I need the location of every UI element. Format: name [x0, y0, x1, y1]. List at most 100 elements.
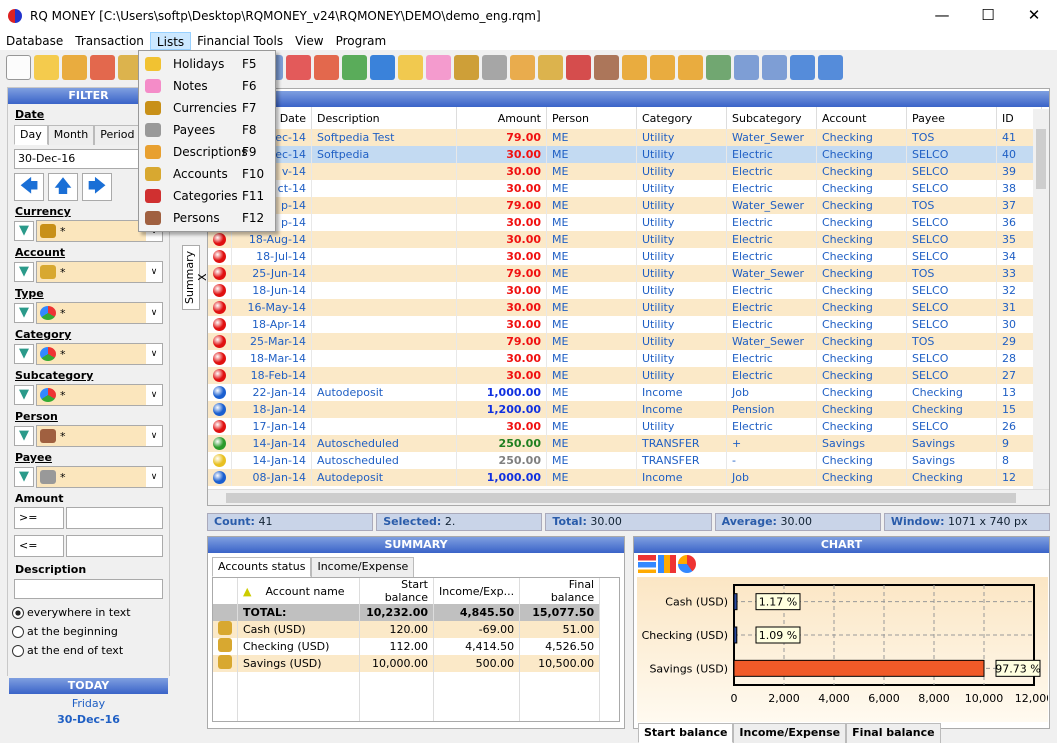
toolbar-button-icon[interactable] [594, 54, 619, 80]
table-row[interactable]: 18-Jun-14 30.00 ME Utility Electric Checking S… [208, 282, 1042, 299]
menu-item-persons[interactable]: Persons F12 [139, 207, 275, 229]
toolbar-button-icon[interactable] [622, 54, 647, 80]
toolbar-button-icon[interactable] [566, 54, 591, 80]
close-button[interactable]: ✕ [1011, 0, 1057, 32]
table-row[interactable]: 14-Jan-14 Autoscheduled 250.00 ME TRANSFER + S… [208, 435, 1042, 452]
summary-row[interactable]: Savings (USD) 10,000.00 500.00 10,500.00 [213, 655, 601, 672]
amount-op-2[interactable]: <= [14, 535, 64, 557]
table-row[interactable]: 08-Jan-14 Autodeposit 1,000.00 ME Income Job C… [208, 469, 1042, 486]
vertical-bar-chart-icon[interactable] [658, 555, 676, 573]
table-row[interactable]: 18-Jul-14 30.00 ME Utility Electric Checking S… [208, 248, 1042, 265]
menu-item-accounts[interactable]: Accounts F10 [139, 163, 275, 185]
toolbar-button-icon[interactable] [650, 54, 675, 80]
toolbar-button-icon[interactable] [286, 54, 311, 80]
summary-row[interactable]: TOTAL: 10,232.00 4,845.50 15,077.50 [213, 604, 601, 621]
maximize-button[interactable]: ☐ [965, 0, 1011, 32]
amount-op-1[interactable]: >= [14, 507, 64, 529]
toolbar-button-icon[interactable] [90, 54, 115, 80]
table-row[interactable]: 14-Jan-14 Autoscheduled 250.00 ME TRANSFER - C… [208, 452, 1042, 469]
table-row[interactable]: 25-Mar-14 79.00 ME Utility Water_Sewer Checki… [208, 333, 1042, 350]
table-row[interactable]: 18-Mar-14 30.00 ME Utility Electric Checking S… [208, 350, 1042, 367]
col-subcategory[interactable]: Subcategory [726, 107, 817, 129]
table-row[interactable]: 18-Aug-14 30.00 ME Utility Electric Checking S… [208, 231, 1042, 248]
table-row[interactable]: 17-Jan-14 30.00 ME Utility Electric Checking S… [208, 418, 1042, 435]
chevron-down-icon[interactable]: ∨ [146, 426, 162, 446]
menu-transaction[interactable]: Transaction [69, 32, 150, 50]
col-payee[interactable]: Payee [906, 107, 997, 129]
col-person[interactable]: Person [546, 107, 637, 129]
desc-option-radio[interactable]: everywhere in text [12, 603, 165, 622]
toolbar-button-icon[interactable] [454, 54, 479, 80]
category-select[interactable]: * ∨ [36, 343, 163, 365]
toolbar-button-icon[interactable] [510, 54, 535, 80]
chevron-down-icon[interactable]: ∨ [146, 467, 162, 487]
desc-option-radio[interactable]: at the end of text [12, 641, 165, 660]
toolbar-button-icon[interactable] [370, 54, 395, 80]
col-start-balance[interactable]: Start balance [359, 578, 434, 604]
col-income-expense[interactable]: Income/Exp... [433, 578, 521, 604]
tab-period[interactable]: Period [94, 125, 141, 145]
chevron-down-icon[interactable]: ∨ [146, 303, 162, 323]
table-row[interactable]: 25-Jun-14 79.00 ME Utility Water_Sewer Checki… [208, 265, 1042, 282]
toolbar-button-icon[interactable] [314, 54, 339, 80]
tab-final-balance[interactable]: Final balance [846, 723, 941, 743]
horizontal-scrollbar[interactable] [208, 489, 1049, 505]
toolbar-button-icon[interactable] [538, 54, 563, 80]
type-select[interactable]: * ∨ [36, 302, 163, 324]
tab-income-expense[interactable]: Income/Expense [311, 557, 415, 577]
table-row[interactable]: 22-Jan-14 Autodeposit 1,000.00 ME Income Job C… [208, 384, 1042, 401]
toolbar-button-icon[interactable] [790, 54, 815, 80]
col-final-balance[interactable]: Final balance [519, 578, 601, 604]
funnel-icon[interactable]: ▼ [14, 344, 34, 364]
menu-item-payees[interactable]: Payees F8 [139, 119, 275, 141]
table-row[interactable]: ec-14 Softpedia Test 79.00 ME Utility Water_S… [208, 129, 1042, 146]
summary-row[interactable]: Checking (USD) 112.00 4,414.50 4,526.50 [213, 638, 601, 655]
toolbar-button-icon[interactable] [342, 54, 367, 80]
summary-side-tab[interactable]: Summary X [182, 245, 209, 310]
table-row[interactable]: ct-14 30.00 ME Utility Electric Checking SELCO… [208, 180, 1042, 197]
table-row[interactable]: 18-Jan-14 1,200.00 ME Income Pension Checking… [208, 401, 1042, 418]
funnel-icon[interactable]: ▼ [14, 303, 34, 323]
account-select[interactable]: * ∨ [36, 261, 163, 283]
horizontal-bar-chart-icon[interactable] [638, 555, 656, 573]
table-row[interactable]: ec-14 Softpedia 30.00 ME Utility Electric Chec… [208, 146, 1042, 163]
next-date-button[interactable]: 🡆 [82, 173, 112, 201]
payee-select[interactable]: * ∨ [36, 466, 163, 488]
minimize-button[interactable]: — [919, 0, 965, 32]
funnel-icon[interactable]: ▼ [14, 385, 34, 405]
funnel-icon[interactable]: ▼ [14, 426, 34, 446]
up-date-button[interactable]: 🡅 [48, 173, 78, 201]
desc-option-radio[interactable]: at the beginning [12, 622, 165, 641]
menu-item-notes[interactable]: Notes F6 [139, 75, 275, 97]
toolbar-button-icon[interactable] [34, 54, 59, 80]
toolbar-button-icon[interactable] [62, 54, 87, 80]
table-row[interactable]: 16-May-14 30.00 ME Utility Electric Checking S… [208, 299, 1042, 316]
summary-row[interactable]: Cash (USD) 120.00 -69.00 51.00 [213, 621, 601, 638]
menu-item-currencies[interactable]: Currencies F7 [139, 97, 275, 119]
prev-date-button[interactable]: 🡄 [14, 173, 44, 201]
col-category[interactable]: Category [636, 107, 727, 129]
menu-lists[interactable]: Lists [149, 32, 192, 50]
funnel-icon[interactable]: ▼ [14, 221, 34, 241]
menu-program[interactable]: Program [330, 32, 393, 50]
vertical-scrollbar[interactable] [1033, 109, 1049, 489]
table-row[interactable]: p-14 79.00 ME Utility Water_Sewer Checking TOS… [208, 197, 1042, 214]
radio-icon[interactable] [12, 606, 24, 619]
menu-database[interactable]: Database [0, 32, 69, 50]
table-row[interactable]: v-14 30.00 ME Utility Electric Checking SELCO 3… [208, 163, 1042, 180]
toolbar-button-icon[interactable] [762, 54, 787, 80]
funnel-icon[interactable]: ▼ [14, 262, 34, 282]
col-description[interactable]: Description [311, 107, 457, 129]
chevron-down-icon[interactable]: ∨ [146, 262, 162, 282]
amount-input-2[interactable] [66, 535, 163, 557]
toolbar-button-icon[interactable] [818, 54, 843, 80]
subcategory-select[interactable]: * ∨ [36, 384, 163, 406]
amount-input-1[interactable] [66, 507, 163, 529]
toolbar-button-icon[interactable] [706, 54, 731, 80]
radio-icon[interactable] [12, 644, 24, 657]
col-amount[interactable]: Amount [456, 107, 547, 129]
col-account-name[interactable]: ▲ Account name [237, 578, 360, 604]
chevron-down-icon[interactable]: ∨ [146, 385, 162, 405]
chevron-down-icon[interactable]: ∨ [146, 344, 162, 364]
table-row[interactable]: 18-Apr-14 30.00 ME Utility Electric Checking S… [208, 316, 1042, 333]
